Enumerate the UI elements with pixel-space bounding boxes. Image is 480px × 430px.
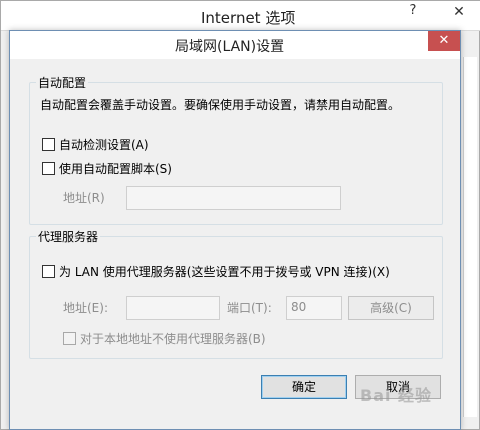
- use-script-checkbox-row[interactable]: 使用自动配置脚本(S): [42, 160, 172, 177]
- proxy-address-label: 地址(E):: [63, 301, 108, 315]
- auto-detect-checkbox[interactable]: [42, 138, 55, 151]
- dialog-titlebar: 局域网(LAN)设置 ✕: [10, 31, 460, 59]
- auto-detect-label: 自动检测设置(A): [59, 138, 149, 152]
- use-script-checkbox[interactable]: [42, 162, 55, 175]
- auto-config-description: 自动配置会覆盖手动设置。要确保使用手动设置，请禁用自动配置。: [40, 98, 401, 112]
- proxy-address-input[interactable]: [126, 296, 220, 320]
- watermark: Bai 经验: [360, 386, 433, 405]
- bypass-local-label: 对于本地地址不使用代理服务器(B): [80, 332, 266, 346]
- script-address-input[interactable]: [126, 186, 341, 210]
- lan-settings-dialog: 局域网(LAN)设置 ✕ 自动配置 自动配置会覆盖手动设置。要确保使用手动设置，…: [9, 30, 461, 430]
- dialog-title: 局域网(LAN)设置: [175, 39, 285, 55]
- parent-titlebar: Internet 选项 ? ✕: [1, 1, 480, 31]
- parent-window-title: Internet 选项: [201, 9, 296, 27]
- help-icon[interactable]: ?: [404, 3, 422, 19]
- auto-detect-checkbox-row[interactable]: 自动检测设置(A): [42, 136, 149, 153]
- close-icon[interactable]: ✕: [437, 1, 480, 23]
- use-proxy-checkbox[interactable]: [42, 265, 55, 278]
- script-address-label: 地址(R): [63, 191, 105, 205]
- proxy-server-title: 代理服务器: [36, 228, 101, 245]
- bypass-local-checkbox-row[interactable]: 对于本地地址不使用代理服务器(B): [63, 330, 266, 347]
- proxy-server-group: 代理服务器 为 LAN 使用代理服务器(这些设置不用于拨号或 VPN 连接)(X…: [29, 228, 443, 359]
- use-proxy-label: 为 LAN 使用代理服务器(这些设置不用于拨号或 VPN 连接)(X): [59, 265, 390, 279]
- auto-config-title: 自动配置: [36, 74, 89, 91]
- use-proxy-checkbox-row[interactable]: 为 LAN 使用代理服务器(这些设置不用于拨号或 VPN 连接)(X): [42, 263, 390, 280]
- proxy-port-input[interactable]: 80: [286, 296, 342, 320]
- use-script-label: 使用自动配置脚本(S): [59, 162, 172, 176]
- ok-button[interactable]: 确定: [261, 375, 347, 399]
- advanced-button[interactable]: 高级(C): [348, 296, 434, 320]
- parent-content-panel: [463, 57, 477, 417]
- bypass-local-checkbox[interactable]: [63, 332, 76, 345]
- auto-config-group: 自动配置 自动配置会覆盖手动设置。要确保使用手动设置，请禁用自动配置。 自动检测…: [29, 74, 443, 225]
- dialog-close-button[interactable]: ✕: [428, 31, 460, 51]
- proxy-port-label: 端口(T):: [227, 301, 272, 315]
